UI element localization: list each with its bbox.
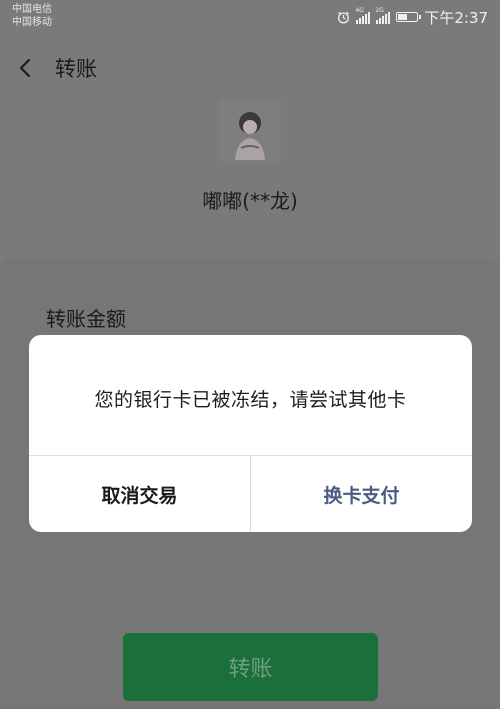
status-time: 下午2:37 xyxy=(424,8,488,27)
nav-bar: 转账 xyxy=(0,44,500,92)
switch-card-button[interactable]: 换卡支付 xyxy=(251,456,472,532)
carrier-1: 中国电信 xyxy=(12,4,52,15)
carrier-2: 中国移动 xyxy=(12,17,52,28)
transfer-button[interactable]: 转账 xyxy=(123,633,378,701)
signal-icon-2: 2G xyxy=(375,7,391,24)
amount-label: 转账金额 xyxy=(46,307,126,331)
signal-icon: 4G xyxy=(355,7,371,24)
alert-dialog: 您的银行卡已被冻结，请尝试其他卡 取消交易 换卡支付 xyxy=(29,335,472,532)
alarm-icon xyxy=(338,11,350,23)
payee-name: 嘟嘟(**龙) xyxy=(202,189,298,213)
network-2-label: 2G xyxy=(375,6,384,14)
dialog-message: 您的银行卡已被冻结，请尝试其他卡 xyxy=(94,389,407,411)
chevron-left-icon[interactable] xyxy=(14,56,38,80)
status-indicators: 4G 2G 下午2:37 xyxy=(337,7,488,27)
cancel-transaction-button[interactable]: 取消交易 xyxy=(29,456,250,532)
page-title: 转账 xyxy=(55,57,97,81)
avatar-image xyxy=(219,100,281,162)
status-bar: 中国电信 中国移动 4G 2G 下午2:37 xyxy=(0,0,500,34)
battery-icon xyxy=(396,12,422,22)
network-1-label: 4G xyxy=(355,6,364,14)
avatar xyxy=(219,100,281,162)
